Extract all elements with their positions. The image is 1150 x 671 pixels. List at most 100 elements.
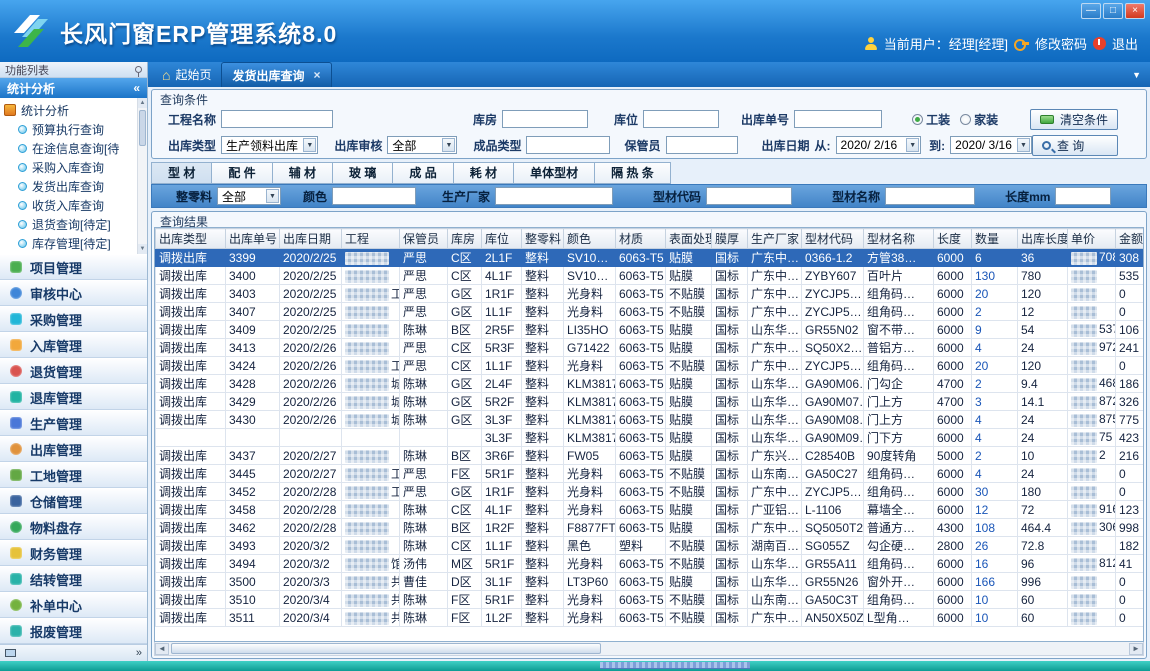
material-tab[interactable]: 型 材	[151, 162, 212, 184]
column-header[interactable]: 数量	[972, 229, 1018, 249]
column-header[interactable]: 保管员	[400, 229, 448, 249]
color-input[interactable]	[332, 187, 416, 205]
table-row[interactable]: 调拨出库34622020/2/28陈琳B区1R2F整料F8877FT6063-T…	[156, 519, 1145, 537]
column-header[interactable]: 长度	[934, 229, 972, 249]
collapse-icon[interactable]: «	[133, 81, 140, 95]
table-row[interactable]: 调拨出库34302020/2/26城陈琳G区3L3F整料KLM38176063-…	[156, 411, 1145, 429]
sidebar-item[interactable]: 项目管理	[0, 254, 147, 280]
scroll-right-icon[interactable]: ►	[1129, 643, 1143, 655]
chevron-down-icon[interactable]: ▼	[266, 189, 279, 203]
table-row[interactable]: 调拨出库34242020/2/26工程严思C区1L1F整料光身料6063-T5不…	[156, 357, 1145, 375]
column-header[interactable]: 表面处理	[666, 229, 712, 249]
table-row[interactable]: 调拨出库34582020/2/28陈琳C区4L1F整料光身料6063-T5贴膜国…	[156, 501, 1145, 519]
outbound-type-select[interactable]: 生产领料出库 ▼	[221, 136, 318, 154]
clear-conditions-button[interactable]: 清空条件	[1030, 109, 1118, 130]
column-header[interactable]: 出库单号	[226, 229, 280, 249]
material-tab[interactable]: 辅 材	[273, 162, 333, 184]
tree-item[interactable]: 采购入库查询	[4, 158, 135, 177]
column-header[interactable]: 膜厚	[712, 229, 748, 249]
material-tab[interactable]: 单体型材	[514, 162, 595, 184]
table-row[interactable]: 调拨出库35102020/3/4共工程陈琳F区5R1F整料光身料6063-T5不…	[156, 591, 1145, 609]
material-tab[interactable]: 耗 材	[454, 162, 514, 184]
sidebar-item[interactable]: 入库管理	[0, 332, 147, 358]
minimize-button[interactable]: —	[1081, 3, 1101, 19]
column-header[interactable]: 出库日期	[280, 229, 342, 249]
manufacturer-input[interactable]	[495, 187, 613, 205]
table-row[interactable]: 调拨出库34072020/2/25严思G区1L1F整料光身料6063-T5不贴膜…	[156, 303, 1145, 321]
sidebar-item[interactable]: 仓储管理	[0, 488, 147, 514]
scroll-up-icon[interactable]: ▲	[138, 98, 147, 108]
table-row[interactable]: 调拨出库34002020/2/25严思C区4L1F整料SV10…6063-T5贴…	[156, 267, 1145, 285]
table-row[interactable]: 3L3F整料KLM38176063-T5贴膜国标山东华…GA90M09…门下方6…	[156, 429, 1145, 447]
pin-icon[interactable]	[135, 66, 142, 73]
profile-code-input[interactable]	[706, 187, 792, 205]
column-header[interactable]: 金额	[1116, 229, 1145, 249]
material-tab[interactable]: 隔 热 条	[595, 162, 671, 184]
column-header[interactable]: 出库类型	[156, 229, 226, 249]
home-install-radio[interactable]	[960, 114, 971, 125]
table-row[interactable]: 调拨出库34932020/3/2陈琳C区1L1F整料黑色塑料不贴膜国标湖南百…S…	[156, 537, 1145, 555]
sidebar-item[interactable]: 退货管理	[0, 358, 147, 384]
profile-name-input[interactable]	[885, 187, 975, 205]
tree-item[interactable]: 在途信息查询[待	[4, 139, 135, 158]
search-button[interactable]: 查 询	[1032, 135, 1118, 156]
tree-item[interactable]: 退货查询[待定]	[4, 215, 135, 234]
project-name-input[interactable]	[221, 110, 333, 128]
sidebar-section-header[interactable]: 统计分析 «	[0, 78, 147, 98]
hscrollbar-thumb[interactable]	[171, 643, 601, 654]
column-header[interactable]: 库房	[448, 229, 482, 249]
sidebar-item[interactable]: 补单中心	[0, 592, 147, 618]
column-header[interactable]: 材质	[616, 229, 666, 249]
column-header[interactable]: 型材代码	[802, 229, 864, 249]
keeper-input[interactable]	[666, 136, 738, 154]
table-row[interactable]: 调拨出库34282020/2/26城陈琳G区2L4F整料KLM38176063-…	[156, 375, 1145, 393]
table-row[interactable]: 调拨出库34372020/2/27陈琳B区3R6F整料FW056063-T5贴膜…	[156, 447, 1145, 465]
sidebar-item[interactable]: 财务管理	[0, 540, 147, 566]
column-header[interactable]: 单价	[1068, 229, 1116, 249]
logout-link[interactable]: 退出	[1112, 34, 1138, 53]
tree-item[interactable]: 收货入库查询	[4, 196, 135, 215]
masked-status-link[interactable]	[600, 662, 750, 669]
sidebar-item[interactable]: 采购管理	[0, 306, 147, 332]
tree-scrollbar[interactable]: ▲ ▼	[137, 98, 147, 254]
horizontal-scrollbar[interactable]: ◄ ►	[154, 642, 1144, 656]
column-header[interactable]: 整零料	[522, 229, 564, 249]
material-tab[interactable]: 成 品	[393, 162, 453, 184]
table-row[interactable]: 调拨出库34292020/2/26城陈琳G区5R2F整料KLM38176063-…	[156, 393, 1145, 411]
table-row[interactable]: 调拨出库34092020/2/25陈琳B区2R5F整料LI35HO6063-T5…	[156, 321, 1145, 339]
tree-item[interactable]: 发货出库查询	[4, 177, 135, 196]
tab-close-icon[interactable]: ×	[314, 68, 321, 82]
tree-item[interactable]: 库存管理[待定]	[4, 234, 135, 253]
table-row[interactable]: 调拨出库33992020/2/25严思C区2L1F整料SV10…6063-T5贴…	[156, 249, 1145, 267]
length-input[interactable]	[1055, 187, 1111, 205]
order-no-input[interactable]	[794, 110, 882, 128]
material-tab[interactable]: 玻 璃	[333, 162, 393, 184]
table-row[interactable]: 调拨出库34452020/2/27工程严思F区5R1F整料光身料6063-T5不…	[156, 465, 1145, 483]
tree-root-statistics[interactable]: 统计分析	[4, 100, 135, 120]
scroll-left-icon[interactable]: ◄	[155, 643, 169, 655]
scrollbar-thumb[interactable]	[139, 110, 146, 146]
location-input[interactable]	[643, 110, 719, 128]
work-install-radio[interactable]	[912, 114, 923, 125]
tab-shipping-outbound-query[interactable]: 发货出库查询 ×	[221, 62, 331, 87]
sidebar-item[interactable]: 报废管理	[0, 618, 147, 644]
monitor-icon[interactable]	[5, 649, 16, 657]
material-tab[interactable]: 配 件	[212, 162, 272, 184]
chevron-down-icon[interactable]: ▼	[442, 138, 455, 152]
column-header[interactable]: 生产厂家	[748, 229, 802, 249]
column-header[interactable]: 颜色	[564, 229, 616, 249]
sidebar-item[interactable]: 审核中心	[0, 280, 147, 306]
outbound-audit-select[interactable]: 全部 ▼	[387, 136, 457, 154]
table-row[interactable]: 调拨出库34132020/2/26严思C区5R3F整料G714226063-T5…	[156, 339, 1145, 357]
chevron-down-icon[interactable]: ▼	[906, 138, 919, 152]
warehouse-input[interactable]	[502, 110, 588, 128]
column-header[interactable]: 出库长度	[1018, 229, 1068, 249]
tab-start-page[interactable]: ⌂ 起始页	[152, 62, 221, 87]
table-row[interactable]: 调拨出库34032020/2/25工程严思G区1R1F整料光身料6063-T5不…	[156, 285, 1145, 303]
date-to-picker[interactable]: 2020/ 3/16 ▼	[950, 136, 1032, 154]
close-button[interactable]: ×	[1125, 3, 1145, 19]
table-row[interactable]: 调拨出库34942020/3/2馆城汤伟M区5R1F整料光身料6063-T5不贴…	[156, 555, 1145, 573]
column-header[interactable]: 工程	[342, 229, 400, 249]
change-password-link[interactable]: 修改密码	[1035, 34, 1087, 53]
tree-item[interactable]: 预算执行查询	[4, 120, 135, 139]
